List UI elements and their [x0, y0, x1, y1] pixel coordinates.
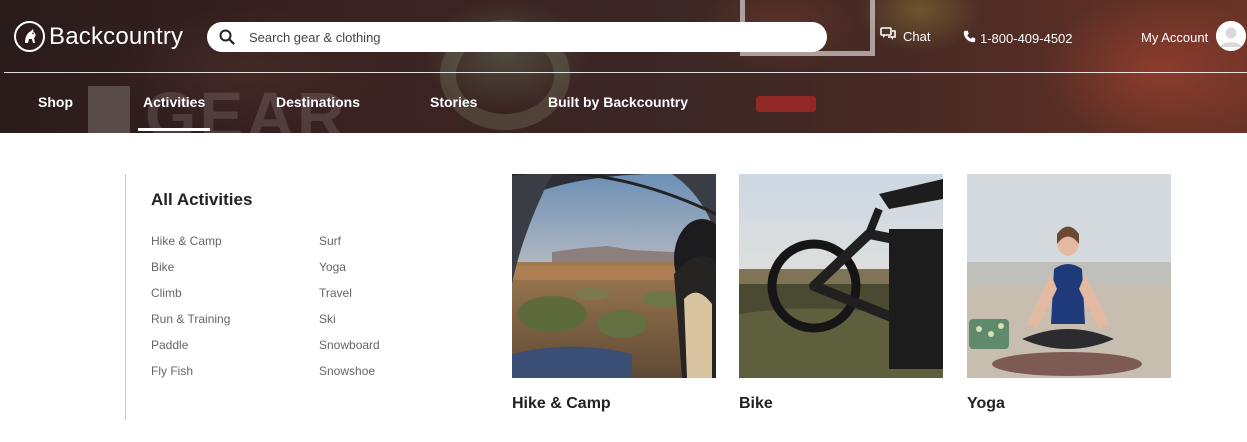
featured-card-title: Yoga	[967, 395, 1005, 412]
header-background-strap	[756, 96, 816, 112]
menu-link-bike[interactable]: Bike	[151, 260, 174, 274]
backcountry-logo[interactable]: Backcountry	[14, 21, 183, 52]
active-nav-indicator	[138, 128, 210, 131]
featured-card-bike[interactable]: Bike	[739, 174, 943, 413]
phone-link[interactable]: 1-800-409-4502	[963, 30, 1073, 46]
nav-activities[interactable]: Activities	[143, 94, 205, 110]
menu-link-run-training[interactable]: Run & Training	[151, 312, 230, 326]
user-avatar-icon	[1216, 21, 1246, 51]
menu-link-travel[interactable]: Travel	[319, 286, 352, 300]
chat-label: Chat	[903, 28, 931, 44]
header-background-tag	[88, 86, 130, 133]
bike-image	[739, 174, 943, 378]
featured-card-yoga[interactable]: Yoga	[967, 174, 1171, 413]
menu-link-surf[interactable]: Surf	[319, 234, 341, 248]
site-header: GEAR Backcountry Chat	[0, 0, 1247, 133]
menu-link-yoga[interactable]: Yoga	[319, 260, 346, 274]
nav-stories[interactable]: Stories	[430, 94, 477, 110]
chat-icon	[880, 27, 897, 45]
search-input[interactable]	[249, 29, 809, 45]
menu-link-snowboard[interactable]: Snowboard	[319, 338, 380, 352]
my-account-link[interactable]: My Account	[1141, 30, 1208, 45]
phone-icon	[963, 30, 976, 46]
search-bar[interactable]	[207, 22, 827, 52]
nav-shop[interactable]: Shop	[38, 94, 73, 110]
featured-card-title: Hike & Camp	[512, 395, 611, 412]
nav-destinations[interactable]: Destinations	[276, 94, 360, 110]
featured-card-hike-camp[interactable]: Hike & Camp	[512, 174, 716, 413]
menu-title[interactable]: All Activities	[151, 190, 252, 210]
featured-card-title: Bike	[739, 395, 773, 412]
menu-divider	[125, 174, 126, 420]
menu-link-paddle[interactable]: Paddle	[151, 338, 188, 352]
goat-logo-icon	[14, 21, 45, 52]
logo-text: Backcountry	[49, 22, 184, 50]
phone-number: 1-800-409-4502	[980, 30, 1073, 46]
chat-button[interactable]: Chat	[880, 27, 930, 45]
search-icon	[219, 28, 237, 46]
nav-built-by-backcountry[interactable]: Built by Backcountry	[548, 94, 688, 110]
header-divider	[4, 72, 1247, 73]
avatar[interactable]	[1216, 21, 1246, 51]
menu-link-ski[interactable]: Ski	[319, 312, 336, 326]
menu-link-hike-camp[interactable]: Hike & Camp	[151, 234, 222, 248]
hike-camp-image	[512, 174, 716, 378]
menu-link-snowshoe[interactable]: Snowshoe	[319, 364, 375, 378]
menu-link-climb[interactable]: Climb	[151, 286, 182, 300]
yoga-image	[967, 174, 1171, 378]
menu-link-fly-fish[interactable]: Fly Fish	[151, 364, 193, 378]
